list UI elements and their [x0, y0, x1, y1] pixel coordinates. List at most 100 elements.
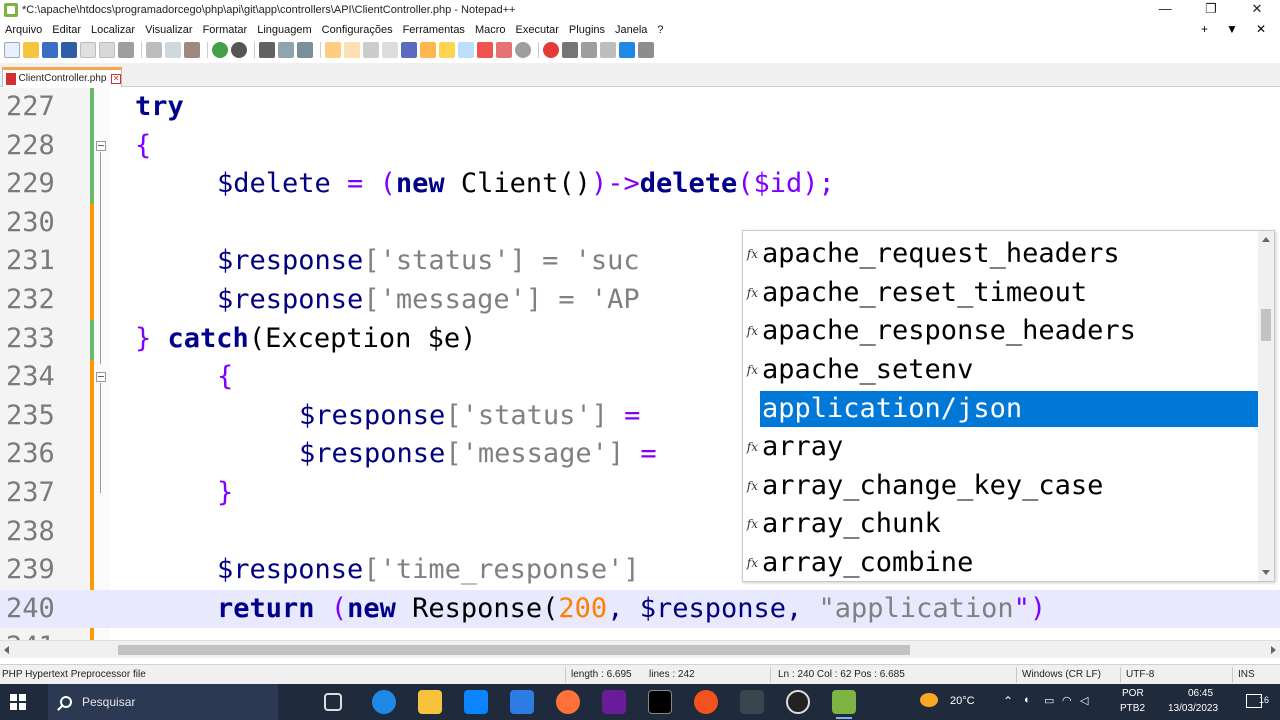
- input-language[interactable]: POR: [1122, 688, 1144, 699]
- minimize-button[interactable]: —: [1142, 0, 1188, 20]
- tab-list-dropdown-icon[interactable]: ▼: [1226, 20, 1238, 39]
- store-icon[interactable]: [464, 690, 488, 714]
- clock-time[interactable]: 06:45: [1188, 688, 1213, 699]
- macro-list-icon[interactable]: [638, 42, 654, 58]
- horizontal-scrollbar[interactable]: [0, 640, 1280, 658]
- scrollbar-thumb[interactable]: [1261, 309, 1271, 341]
- autocomplete-item[interactable]: fx apache_request_headers: [743, 235, 1259, 274]
- edge-icon[interactable]: [372, 690, 396, 714]
- notepad-plus-plus-taskbar-icon[interactable]: [832, 690, 856, 719]
- sync-horizontal-icon[interactable]: [344, 42, 360, 58]
- indent-guide-icon[interactable]: [401, 42, 417, 58]
- wifi-icon[interactable]: ◠: [1062, 694, 1072, 707]
- autocomplete-item[interactable]: fx apache_setenv: [743, 351, 1259, 390]
- new-file-icon[interactable]: [4, 42, 20, 58]
- save-icon[interactable]: [42, 42, 58, 58]
- sync-vertical-icon[interactable]: [325, 42, 341, 58]
- replace-icon[interactable]: [278, 42, 294, 58]
- keyboard-layout[interactable]: PTB2: [1120, 703, 1145, 714]
- pen-app-icon[interactable]: [740, 690, 764, 714]
- autocomplete-list[interactable]: fx apache_request_headers fx apache_rese…: [742, 230, 1275, 582]
- scroll-up-icon[interactable]: [1262, 237, 1270, 242]
- function-list-icon[interactable]: [458, 42, 474, 58]
- line-ending[interactable]: Windows (CR LF): [1022, 669, 1101, 680]
- close-file-icon[interactable]: [80, 42, 96, 58]
- zoom-in-icon[interactable]: [297, 42, 313, 58]
- file-explorer-icon[interactable]: [418, 690, 442, 714]
- code-line[interactable]: 229 $delete = (new Client())->delete($id…: [0, 165, 1280, 204]
- autocomplete-item[interactable]: fx array: [743, 428, 1259, 467]
- record-macro-icon[interactable]: [543, 42, 559, 58]
- autocomplete-item[interactable]: fx array_change_key_case: [743, 467, 1259, 506]
- menu-formatar[interactable]: Formatar: [198, 24, 253, 36]
- play-macro-icon[interactable]: [581, 42, 597, 58]
- menu-plugins[interactable]: Plugins: [564, 24, 610, 36]
- close-button[interactable]: ✕: [1234, 0, 1280, 20]
- print-icon[interactable]: [118, 42, 134, 58]
- obs-icon[interactable]: [786, 690, 810, 714]
- menu-executar[interactable]: Executar: [511, 24, 564, 36]
- maximize-button[interactable]: ❐: [1188, 0, 1234, 20]
- menu-linguagem[interactable]: Linguagem: [252, 24, 316, 36]
- menu-visualizar[interactable]: Visualizar: [140, 24, 198, 36]
- weather-icon[interactable]: [920, 693, 938, 707]
- new-tab-plus-icon[interactable]: +: [1201, 20, 1208, 39]
- undo-icon[interactable]: [212, 42, 228, 58]
- show-hidden-icons-icon[interactable]: ⌃: [1003, 694, 1013, 708]
- task-view-icon[interactable]: [324, 693, 342, 711]
- redo-icon[interactable]: [231, 42, 247, 58]
- doc-map-icon[interactable]: [439, 42, 455, 58]
- app-orange-icon[interactable]: [694, 690, 718, 714]
- nvda-icon[interactable]: [602, 690, 626, 714]
- menu-ferramentas[interactable]: Ferramentas: [398, 24, 470, 36]
- close-all-icon[interactable]: [99, 42, 115, 58]
- firefox-icon[interactable]: [556, 690, 580, 714]
- save-macro-icon[interactable]: [619, 42, 635, 58]
- menu-editar[interactable]: Editar: [47, 24, 86, 36]
- scrollbar-thumb[interactable]: [118, 645, 910, 655]
- autocomplete-item[interactable]: fx array_chunk: [743, 505, 1259, 544]
- scroll-left-icon[interactable]: [4, 646, 9, 654]
- windows-start-icon[interactable]: [10, 694, 26, 710]
- stop-macro-icon[interactable]: [562, 42, 578, 58]
- copy-icon[interactable]: [165, 42, 181, 58]
- menu-arquivo[interactable]: Arquivo: [0, 24, 47, 36]
- code-line[interactable]: 241: [0, 628, 1280, 640]
- tab-clientcontroller[interactable]: ClientController.php ✕: [2, 67, 122, 87]
- encoding[interactable]: UTF-8: [1126, 669, 1154, 680]
- open-file-icon[interactable]: [23, 42, 39, 58]
- scroll-down-icon[interactable]: [1262, 570, 1270, 575]
- udl-icon[interactable]: [420, 42, 436, 58]
- temperature[interactable]: 20°C: [950, 695, 975, 707]
- play-multiple-macro-icon[interactable]: [600, 42, 616, 58]
- speaker-icon[interactable]: ◁: [1080, 694, 1088, 707]
- menu-configuracoes[interactable]: Configurações: [317, 24, 398, 36]
- autocomplete-item-selected[interactable]: application/json: [743, 389, 1259, 428]
- autocomplete-item[interactable]: fx apache_response_headers: [743, 312, 1259, 351]
- menu-help[interactable]: ?: [652, 24, 668, 36]
- clock-date[interactable]: 13/03/2023: [1168, 703, 1218, 714]
- autocomplete-scrollbar[interactable]: [1258, 231, 1274, 581]
- menu-janela[interactable]: Janela: [610, 24, 652, 36]
- folder-workspace-icon[interactable]: [477, 42, 493, 58]
- menu-localizar[interactable]: Localizar: [86, 24, 140, 36]
- code-line-active[interactable]: 240 return (new Response(200, $response,…: [0, 589, 1280, 629]
- code-line[interactable]: 227 try: [0, 88, 1280, 127]
- find-icon[interactable]: [259, 42, 275, 58]
- eye-icon[interactable]: [515, 42, 531, 58]
- network-icon[interactable]: ▭: [1044, 694, 1054, 707]
- tab-close-icon[interactable]: ✕: [111, 73, 121, 84]
- cut-icon[interactable]: [146, 42, 162, 58]
- close-document-icon[interactable]: ✕: [1256, 20, 1266, 39]
- save-all-icon[interactable]: [61, 42, 77, 58]
- paste-icon[interactable]: [184, 42, 200, 58]
- monitoring-icon[interactable]: [496, 42, 512, 58]
- autocomplete-item[interactable]: fx array_combine: [743, 544, 1259, 581]
- terminal-icon[interactable]: [648, 690, 672, 714]
- word-wrap-icon[interactable]: [363, 42, 379, 58]
- code-line[interactable]: 228 {: [0, 127, 1280, 166]
- show-all-chars-icon[interactable]: [382, 42, 398, 58]
- insert-mode[interactable]: INS: [1238, 669, 1255, 680]
- scroll-right-icon[interactable]: [1271, 646, 1276, 654]
- autocomplete-item[interactable]: fx apache_reset_timeout: [743, 274, 1259, 313]
